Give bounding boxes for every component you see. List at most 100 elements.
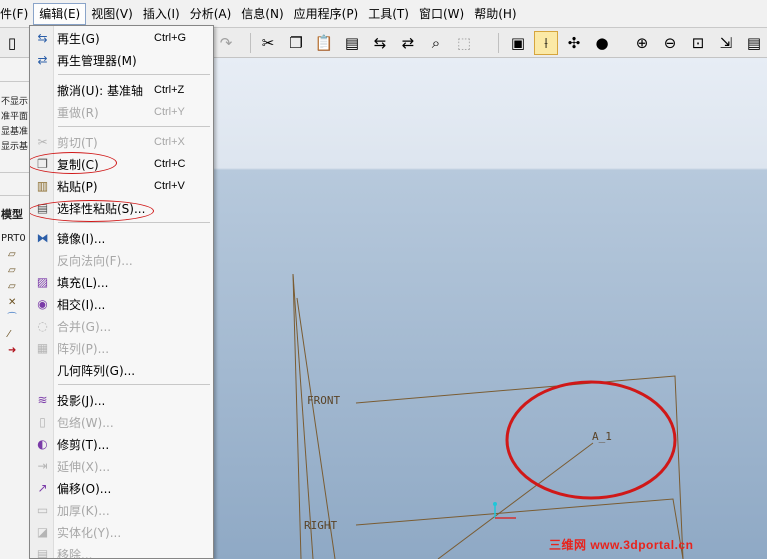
menu-item-project[interactable]: ≋ 投影(J)... — [30, 389, 213, 411]
menu-item-paste[interactable]: ▥ 粘贴(P) Ctrl+V — [30, 175, 213, 197]
menu-item-label: 投影(J)... — [57, 393, 106, 408]
menu-item-shortcut: Ctrl+V — [154, 180, 185, 192]
menu-item-remove[interactable]: ▤ 移除... — [30, 543, 213, 559]
extend-icon: ⇥ — [37, 458, 48, 473]
toolbar-separator — [250, 33, 251, 53]
regenerate-icon[interactable]: ⇆ — [368, 31, 392, 55]
repaint-icon[interactable]: ▣ — [506, 31, 530, 55]
menu-item-label: 偏移(O)... — [57, 481, 112, 496]
cut-icon[interactable]: ✂ — [256, 31, 280, 55]
datum-plane-icon[interactable]: ▱ — [8, 249, 16, 260]
spin-center-icon[interactable]: ⟊ — [534, 31, 558, 55]
menu-item-label: 剪切(T) — [57, 135, 98, 150]
feature-icon[interactable]: ⁀ — [8, 313, 16, 324]
datum-axis-icon[interactable]: ⁄ — [8, 329, 10, 340]
edit-menu-dropdown: ⇆ 再生(G) Ctrl+G ⇄ 再生管理器(M) 撤消(U): 基准轴 Ctr… — [29, 25, 214, 559]
menu-item-pattern[interactable]: ▦ 阵列(P)... — [30, 337, 213, 359]
highlight-oval-copy — [30, 152, 117, 174]
paste-icon[interactable]: 📋 — [312, 31, 336, 55]
menu-item-label: 修剪(T)... — [57, 437, 110, 452]
fill-icon: ▨ — [36, 274, 49, 289]
csys-icon[interactable]: ✕ — [8, 297, 16, 308]
select-box-icon[interactable]: ⬚ — [452, 31, 476, 55]
menu-item-shortcut: Ctrl+Y — [154, 106, 185, 118]
cut-icon: ✂ — [37, 134, 48, 149]
datum-plane-icon[interactable]: ▱ — [8, 281, 16, 292]
menu-item-offset[interactable]: ↗ 偏移(O)... — [30, 477, 213, 499]
paste-special-icon[interactable]: ▤ — [340, 31, 364, 55]
menu-bar: 件(F) 编辑(E) 视图(V) 插入(I) 分析(A) 信息(N) 应用程序(… — [0, 0, 767, 28]
menu-edit[interactable]: 编辑(E) — [33, 2, 87, 25]
menu-item-label: 合并(G)... — [57, 319, 112, 334]
regenerate-icon: ⇆ — [37, 30, 48, 45]
menu-item-shortcut: Ctrl+G — [154, 32, 187, 44]
menu-item-solidify[interactable]: ◪ 实体化(Y)... — [30, 521, 213, 543]
menu-applications[interactable]: 应用程序(P) — [289, 3, 364, 25]
menu-window[interactable]: 窗口(W) — [414, 3, 469, 25]
menu-item-redo[interactable]: 重做(R) Ctrl+Y — [30, 101, 213, 123]
find-icon[interactable]: ⌕ — [424, 31, 448, 55]
menu-item-intersect[interactable]: ◉ 相交(I)... — [30, 293, 213, 315]
wrap-icon: ▯ — [39, 414, 46, 429]
redo-icon[interactable]: ↷ — [214, 31, 238, 55]
menu-item-undo[interactable]: 撤消(U): 基准轴 Ctrl+Z — [30, 79, 213, 101]
menu-file[interactable]: 件(F) — [0, 3, 33, 25]
menu-item-cut[interactable]: ✂ 剪切(T) Ctrl+X — [30, 131, 213, 153]
menu-help[interactable]: 帮助(H) — [469, 3, 521, 25]
remove-icon: ▤ — [36, 546, 49, 559]
menu-tools[interactable]: 工具(T) — [363, 3, 414, 25]
saved-views-icon[interactable]: ▤ — [742, 31, 766, 55]
menu-item-label: 镜像(I)... — [57, 231, 106, 246]
menu-item-label: 几何阵列(G)... — [57, 363, 136, 378]
insert-here-icon[interactable]: ➜ — [8, 345, 16, 356]
menu-item-merge[interactable]: ◌ 合并(G)... — [30, 315, 213, 337]
datum-geometry: FRONT A_1 RIGHT — [292, 273, 684, 559]
menu-view[interactable]: 视图(V) — [86, 3, 138, 25]
menu-item-flip-normal[interactable]: 反向法向(F)... — [30, 249, 213, 271]
orient-mode-icon[interactable]: ✣ — [562, 31, 586, 55]
refit-icon[interactable]: ⊡ — [686, 31, 710, 55]
menu-separator — [58, 384, 210, 385]
menu-item-label: 包络(W)... — [57, 415, 114, 430]
layer-line-2: 准平面 — [1, 112, 29, 122]
solidify-icon: ◪ — [36, 524, 49, 539]
menu-analysis[interactable]: 分析(A) — [185, 3, 237, 25]
menu-item-fill[interactable]: ▨ 填充(L)... — [30, 271, 213, 293]
model-tree-root[interactable]: PRT0 — [1, 233, 26, 244]
pattern-icon: ▦ — [36, 340, 49, 355]
display-style-icon[interactable]: ● — [590, 31, 614, 55]
reorient-icon[interactable]: ⇲ — [714, 31, 738, 55]
menu-item-label: 填充(L)... — [57, 275, 109, 290]
menu-item-mirror[interactable]: ⧓ 镜像(I)... — [30, 227, 213, 249]
menu-item-regen-manager[interactable]: ⇄ 再生管理器(M) — [30, 49, 213, 71]
menu-insert[interactable]: 插入(I) — [138, 3, 185, 25]
top-plane-edge — [292, 273, 314, 559]
layer-line-4: 显示基 — [1, 142, 29, 152]
zoom-out-icon[interactable]: ⊖ — [658, 31, 682, 55]
menu-item-label: 移除... — [57, 547, 93, 559]
watermark-text: 三维网 www.3dportal.cn — [549, 538, 694, 552]
menu-item-label: 撤消(U): 基准轴 — [57, 83, 144, 98]
menu-item-thicken[interactable]: ▭ 加厚(K)... — [30, 499, 213, 521]
front-plane-outline — [355, 375, 684, 559]
menu-item-wrap[interactable]: ▯ 包络(W)... — [30, 411, 213, 433]
regen-manager-icon[interactable]: ⇄ — [396, 31, 420, 55]
new-file-icon[interactable]: ▯ — [0, 31, 24, 55]
menu-item-label: 实体化(Y)... — [57, 525, 122, 540]
right-label: RIGHT — [304, 519, 337, 532]
menu-info[interactable]: 信息(N) — [236, 3, 288, 25]
copy-icon[interactable]: ❐ — [284, 31, 308, 55]
menu-item-trim[interactable]: ◐ 修剪(T)... — [30, 433, 213, 455]
menu-item-regenerate[interactable]: ⇆ 再生(G) Ctrl+G — [30, 27, 213, 49]
panel-toolbar — [0, 60, 29, 82]
project-icon: ≋ — [37, 392, 48, 407]
menu-item-label: 重做(R) — [57, 105, 99, 120]
menu-item-label: 相交(I)... — [57, 297, 106, 312]
menu-item-geometry-pattern[interactable]: 几何阵列(G)... — [30, 359, 213, 381]
zoom-in-icon[interactable]: ⊕ — [630, 31, 654, 55]
highlight-oval-paste-special — [30, 200, 154, 222]
model-tree-tab[interactable]: 模型 — [1, 206, 23, 222]
graphics-window[interactable]: FRONT A_1 RIGHT — [213, 58, 767, 559]
datum-plane-icon[interactable]: ▱ — [8, 265, 16, 276]
menu-item-extend[interactable]: ⇥ 延伸(X)... — [30, 455, 213, 477]
